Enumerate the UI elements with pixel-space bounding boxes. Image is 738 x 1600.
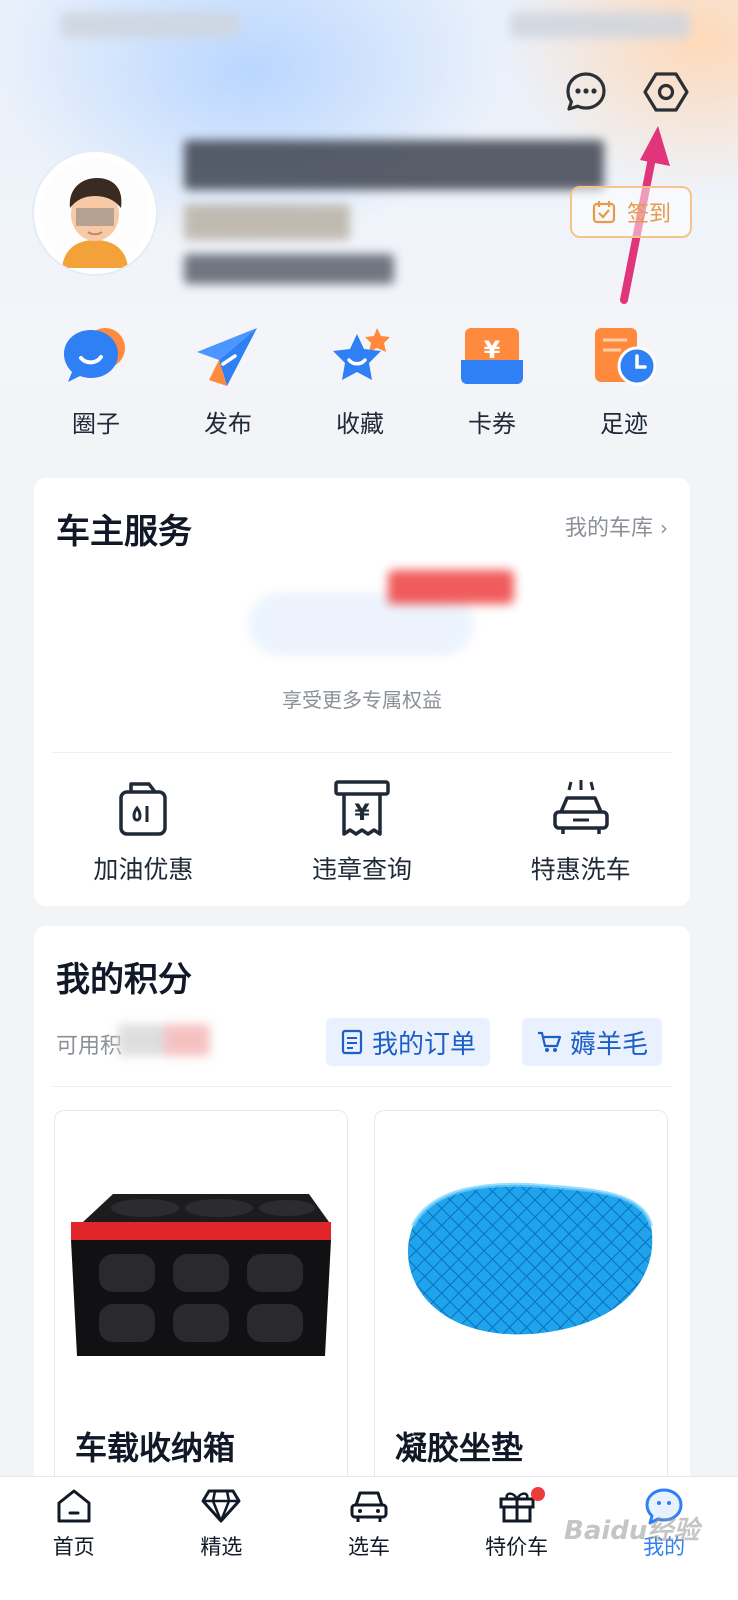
chat-bubbles-icon: [64, 328, 125, 382]
service-label: 违章查询: [311, 855, 412, 884]
quick-action-label: 足迹: [600, 410, 648, 438]
owner-service-title: 车主服务: [56, 512, 192, 552]
deals-button[interactable]: 薅羊毛: [522, 1018, 663, 1066]
owner-service-card: 车主服务 我的车库 › 享受更多专属权益 加油优惠 ¥ 违章查询 特惠洗车: [34, 478, 690, 906]
points-card: 我的积分 可用积 我的订单 薅羊毛 车载收纳箱 凝胶坐垫: [34, 926, 690, 1490]
avatar-image: [40, 158, 150, 268]
my-orders-label: 我的订单: [372, 1029, 477, 1060]
quick-action-label: 收藏: [336, 410, 384, 438]
divider: [52, 752, 672, 753]
settings-button[interactable]: [640, 66, 692, 118]
product-name: 凝胶坐垫: [395, 1429, 524, 1467]
service-fuel[interactable]: 加油优惠: [53, 778, 233, 886]
star-icon: [333, 328, 390, 380]
product-image-gel-cushion: [375, 1131, 667, 1401]
deals-label: 薅羊毛: [570, 1029, 649, 1060]
points-value: [118, 1024, 210, 1056]
fuel-can-icon: [119, 782, 168, 836]
promo-tag: [388, 570, 514, 604]
status-icons: [510, 12, 690, 38]
coupon-icon: ¥: [461, 328, 523, 384]
my-garage-label: 我的车库: [564, 516, 653, 541]
car-icon: [350, 1491, 388, 1522]
username: [184, 140, 604, 190]
service-carwash[interactable]: 特惠洗车: [491, 778, 671, 886]
messages-button[interactable]: [560, 66, 612, 118]
my-garage-link[interactable]: 我的车库 ›: [565, 510, 668, 542]
quick-action-history[interactable]: 足迹: [558, 322, 690, 439]
benefits-hint: 享受更多专属权益: [282, 688, 442, 712]
tab-label: 特价车: [485, 1535, 549, 1559]
svg-text:¥: ¥: [484, 336, 501, 364]
quick-action-favorites[interactable]: 收藏: [294, 322, 426, 439]
service-label: 加油优惠: [93, 855, 194, 884]
status-time: [60, 12, 240, 38]
signin-button[interactable]: 签到: [570, 186, 692, 238]
user-level-badge: [184, 204, 350, 240]
svg-text:¥: ¥: [354, 801, 370, 826]
follow-stats[interactable]: [184, 254, 394, 284]
divider: [52, 1086, 672, 1087]
service-violation[interactable]: ¥ 违章查询: [272, 778, 452, 886]
history-clock-icon: [595, 328, 657, 386]
quick-action-circle[interactable]: 圈子: [30, 322, 162, 439]
signin-label: 签到: [626, 202, 671, 227]
order-list-icon: [341, 1029, 363, 1055]
quick-actions: 圈子 发布 收藏 ¥ 卡券 足迹: [30, 322, 690, 439]
product-name: 车载收纳箱: [75, 1429, 236, 1467]
quick-action-publish[interactable]: 发布: [162, 322, 294, 439]
my-orders-button[interactable]: 我的订单: [326, 1018, 491, 1066]
home-icon: [57, 1489, 91, 1523]
product-card[interactable]: 凝胶坐垫: [374, 1110, 668, 1490]
receipt-yen-icon: ¥: [334, 780, 390, 836]
calendar-check-icon: [592, 201, 616, 224]
paper-plane-icon: [197, 328, 257, 386]
car-wash-icon: [552, 780, 609, 834]
baidu-watermark: Baidu经验: [564, 1516, 700, 1546]
product-card[interactable]: 车载收纳箱: [54, 1110, 348, 1490]
quick-action-label: 发布: [204, 410, 252, 438]
notification-badge: [530, 1487, 545, 1501]
tab-home[interactable]: 首页: [14, 1487, 134, 1600]
cart-icon: [538, 1031, 562, 1052]
service-row: 加油优惠 ¥ 违章查询 特惠洗车: [34, 778, 690, 886]
message-icon: [566, 72, 606, 111]
points-title: 我的积分: [56, 960, 192, 1000]
tab-featured[interactable]: 精选: [161, 1487, 281, 1600]
chevron-right-icon: ›: [660, 516, 668, 540]
quick-action-coupons[interactable]: ¥ 卡券: [426, 322, 558, 439]
tab-label: 精选: [200, 1535, 243, 1559]
tab-special-cars[interactable]: 特价车: [457, 1487, 577, 1600]
settings-hexagon-icon: [643, 72, 689, 112]
service-label: 特惠洗车: [530, 855, 631, 884]
diamond-icon: [201, 1489, 241, 1523]
points-available-label: 可用积: [56, 1034, 123, 1059]
avatar[interactable]: [34, 152, 156, 274]
tab-label: 选车: [347, 1535, 390, 1559]
quick-action-label: 卡券: [468, 410, 516, 438]
quick-action-label: 圈子: [72, 410, 120, 438]
tab-choose-car[interactable]: 选车: [309, 1487, 429, 1600]
product-image-storage-box: [55, 1131, 347, 1401]
tab-label: 首页: [52, 1535, 95, 1559]
